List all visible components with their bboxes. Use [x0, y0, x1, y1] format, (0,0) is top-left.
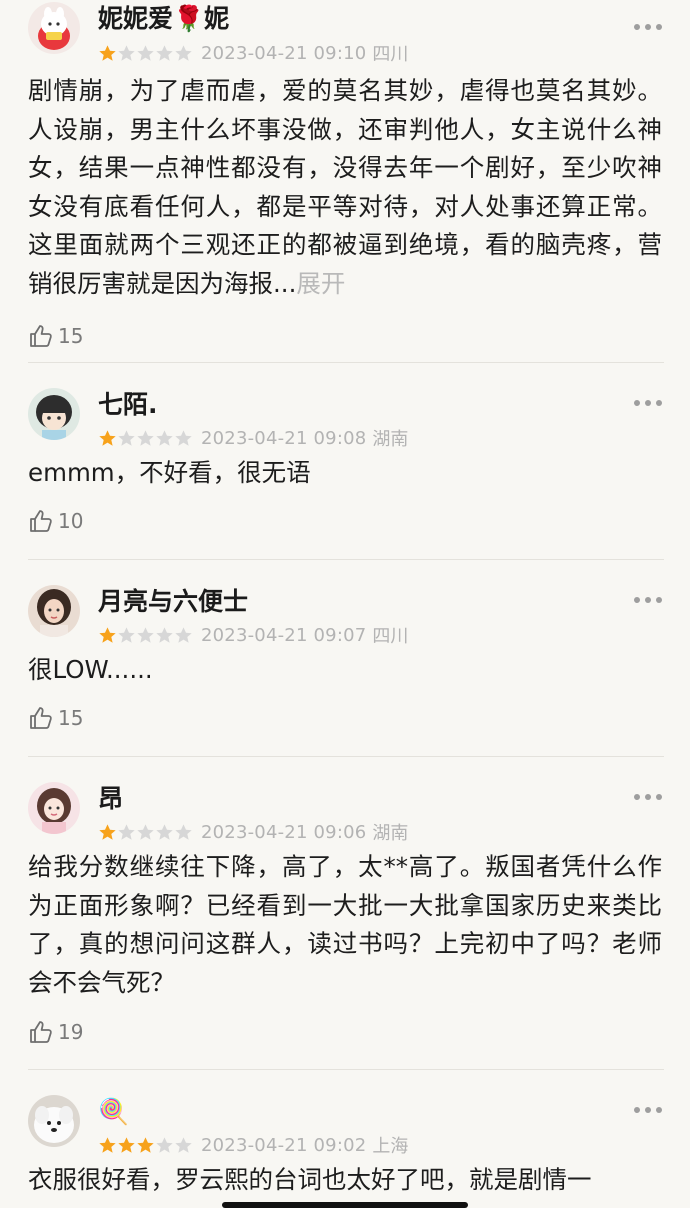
- like-count: 19: [58, 1020, 84, 1045]
- review-time: 2023-04-21 09:07: [201, 624, 367, 646]
- more-dots-icon[interactable]: [634, 398, 662, 408]
- star-icon: [118, 626, 135, 643]
- username[interactable]: 月亮与六便士: [98, 587, 248, 617]
- review-item: 昂 2023-04-21 09:06 湖南 给我分数继续往下降，高了，太**高了…: [0, 756, 690, 1069]
- star-icon: [175, 1136, 192, 1153]
- star-icon: [99, 44, 116, 61]
- star-icon: [156, 626, 173, 643]
- review-region: 上海: [372, 1136, 409, 1157]
- star-icon: [156, 429, 173, 446]
- avatar-image: [28, 2, 80, 54]
- star-icon: [99, 823, 116, 840]
- review-text: 很LOW......: [28, 655, 153, 684]
- rating-stars: [98, 44, 193, 63]
- expand-link[interactable]: 展开: [296, 269, 345, 298]
- rating-stars: [98, 626, 193, 645]
- comment-feed: 妮妮爱🌹妮 2023-04-21 09:10 四川 剧情崩，为了虐而虐，爱的莫名…: [0, 0, 690, 1208]
- star-icon: [175, 626, 192, 643]
- review-header: 🍭 2023-04-21 09:02 上海: [28, 1069, 662, 1159]
- like-count: 15: [58, 323, 84, 348]
- review-text: emmm，不好看，很无语: [28, 458, 311, 487]
- more-dots-icon[interactable]: [634, 792, 662, 802]
- star-icon: [156, 1136, 173, 1153]
- review-header: 七陌. 2023-04-21 09:08 湖南: [28, 362, 662, 452]
- avatar[interactable]: [28, 585, 80, 637]
- review-meta: 2023-04-21 09:07 四川: [98, 622, 408, 648]
- review-region: 湖南: [372, 429, 409, 450]
- avatar[interactable]: [28, 782, 80, 834]
- avatar-image: [28, 782, 80, 834]
- star-icon: [118, 44, 135, 61]
- star-icon: [156, 44, 173, 61]
- review-item: 妮妮爱🌹妮 2023-04-21 09:10 四川 剧情崩，为了虐而虐，爱的莫名…: [0, 0, 690, 362]
- review-meta: 2023-04-21 09:08 湖南: [98, 425, 408, 451]
- review-text: 给我分数继续往下降，高了，太**高了。叛国者凭什么作为正面形象啊？已经看到一大批…: [28, 852, 662, 997]
- thumbs-up-icon: [30, 509, 52, 532]
- star-icon: [137, 626, 154, 643]
- home-indicator[interactable]: [222, 1202, 468, 1208]
- review-item: 七陌. 2023-04-21 09:08 湖南 emmm，不好看，很无语 10: [0, 362, 690, 559]
- like-button[interactable]: 15: [28, 692, 662, 744]
- more-dots-icon[interactable]: [634, 1105, 662, 1115]
- star-icon: [156, 823, 173, 840]
- rating-stars: [98, 1136, 193, 1155]
- star-icon: [118, 1136, 135, 1153]
- star-icon: [118, 429, 135, 446]
- review-header: 月亮与六便士 2023-04-21 09:07 四川: [28, 559, 662, 649]
- username[interactable]: 七陌.: [98, 390, 158, 420]
- rating-stars: [98, 429, 193, 448]
- star-icon: [137, 44, 154, 61]
- review-region: 湖南: [372, 823, 409, 844]
- star-icon: [175, 429, 192, 446]
- like-count: 15: [58, 705, 84, 730]
- username[interactable]: 🍭: [98, 1097, 129, 1127]
- avatar[interactable]: [28, 2, 80, 54]
- star-icon: [99, 1136, 116, 1153]
- thumbs-up-icon: [30, 324, 52, 347]
- like-count: 10: [58, 508, 84, 533]
- star-icon: [175, 44, 192, 61]
- username[interactable]: 昂: [98, 784, 123, 814]
- like-button[interactable]: 10: [28, 495, 662, 547]
- review-header: 昂 2023-04-21 09:06 湖南: [28, 756, 662, 846]
- star-icon: [99, 626, 116, 643]
- more-dots-icon[interactable]: [634, 595, 662, 605]
- review-time: 2023-04-21 09:06: [201, 821, 367, 843]
- avatar[interactable]: [28, 388, 80, 440]
- avatar-image: [28, 585, 80, 637]
- star-icon: [175, 823, 192, 840]
- review-time: 2023-04-21 09:02: [201, 1134, 367, 1156]
- username[interactable]: 妮妮爱🌹妮: [98, 4, 229, 34]
- rating-stars: [98, 823, 193, 842]
- review-item: 🍭 2023-04-21 09:02 上海 衣服很好看，罗云熙的台词也太好了吧，…: [0, 1069, 690, 1208]
- star-icon: [137, 429, 154, 446]
- review-region: 四川: [372, 44, 409, 65]
- review-meta: 2023-04-21 09:06 湖南: [98, 819, 408, 845]
- review-meta: 2023-04-21 09:02 上海: [98, 1132, 408, 1158]
- review-region: 四川: [372, 626, 409, 647]
- star-icon: [118, 823, 135, 840]
- star-icon: [137, 823, 154, 840]
- like-button[interactable]: 19: [28, 1006, 662, 1058]
- review-text: 剧情崩，为了虐而虐，爱的莫名其妙，虐得也莫名其妙。人设崩，男主什么坏事没做，还审…: [28, 76, 662, 298]
- more-dots-icon[interactable]: [634, 22, 662, 32]
- review-time: 2023-04-21 09:08: [201, 427, 367, 449]
- avatar-image: [28, 388, 80, 440]
- avatar[interactable]: [28, 1095, 80, 1147]
- review-header: 妮妮爱🌹妮 2023-04-21 09:10 四川: [28, 0, 662, 72]
- star-icon: [99, 429, 116, 446]
- thumbs-up-icon: [30, 706, 52, 729]
- review-meta: 2023-04-21 09:10 四川: [98, 40, 408, 66]
- star-icon: [137, 1136, 154, 1153]
- thumbs-up-icon: [30, 1021, 52, 1044]
- like-button[interactable]: 15: [28, 310, 662, 362]
- review-time: 2023-04-21 09:10: [201, 42, 367, 64]
- avatar-image: [28, 1095, 80, 1147]
- review-item: 月亮与六便士 2023-04-21 09:07 四川 很LOW...... 15: [0, 559, 690, 756]
- review-text: 衣服很好看，罗云熙的台词也太好了吧，就是剧情一: [28, 1165, 592, 1194]
